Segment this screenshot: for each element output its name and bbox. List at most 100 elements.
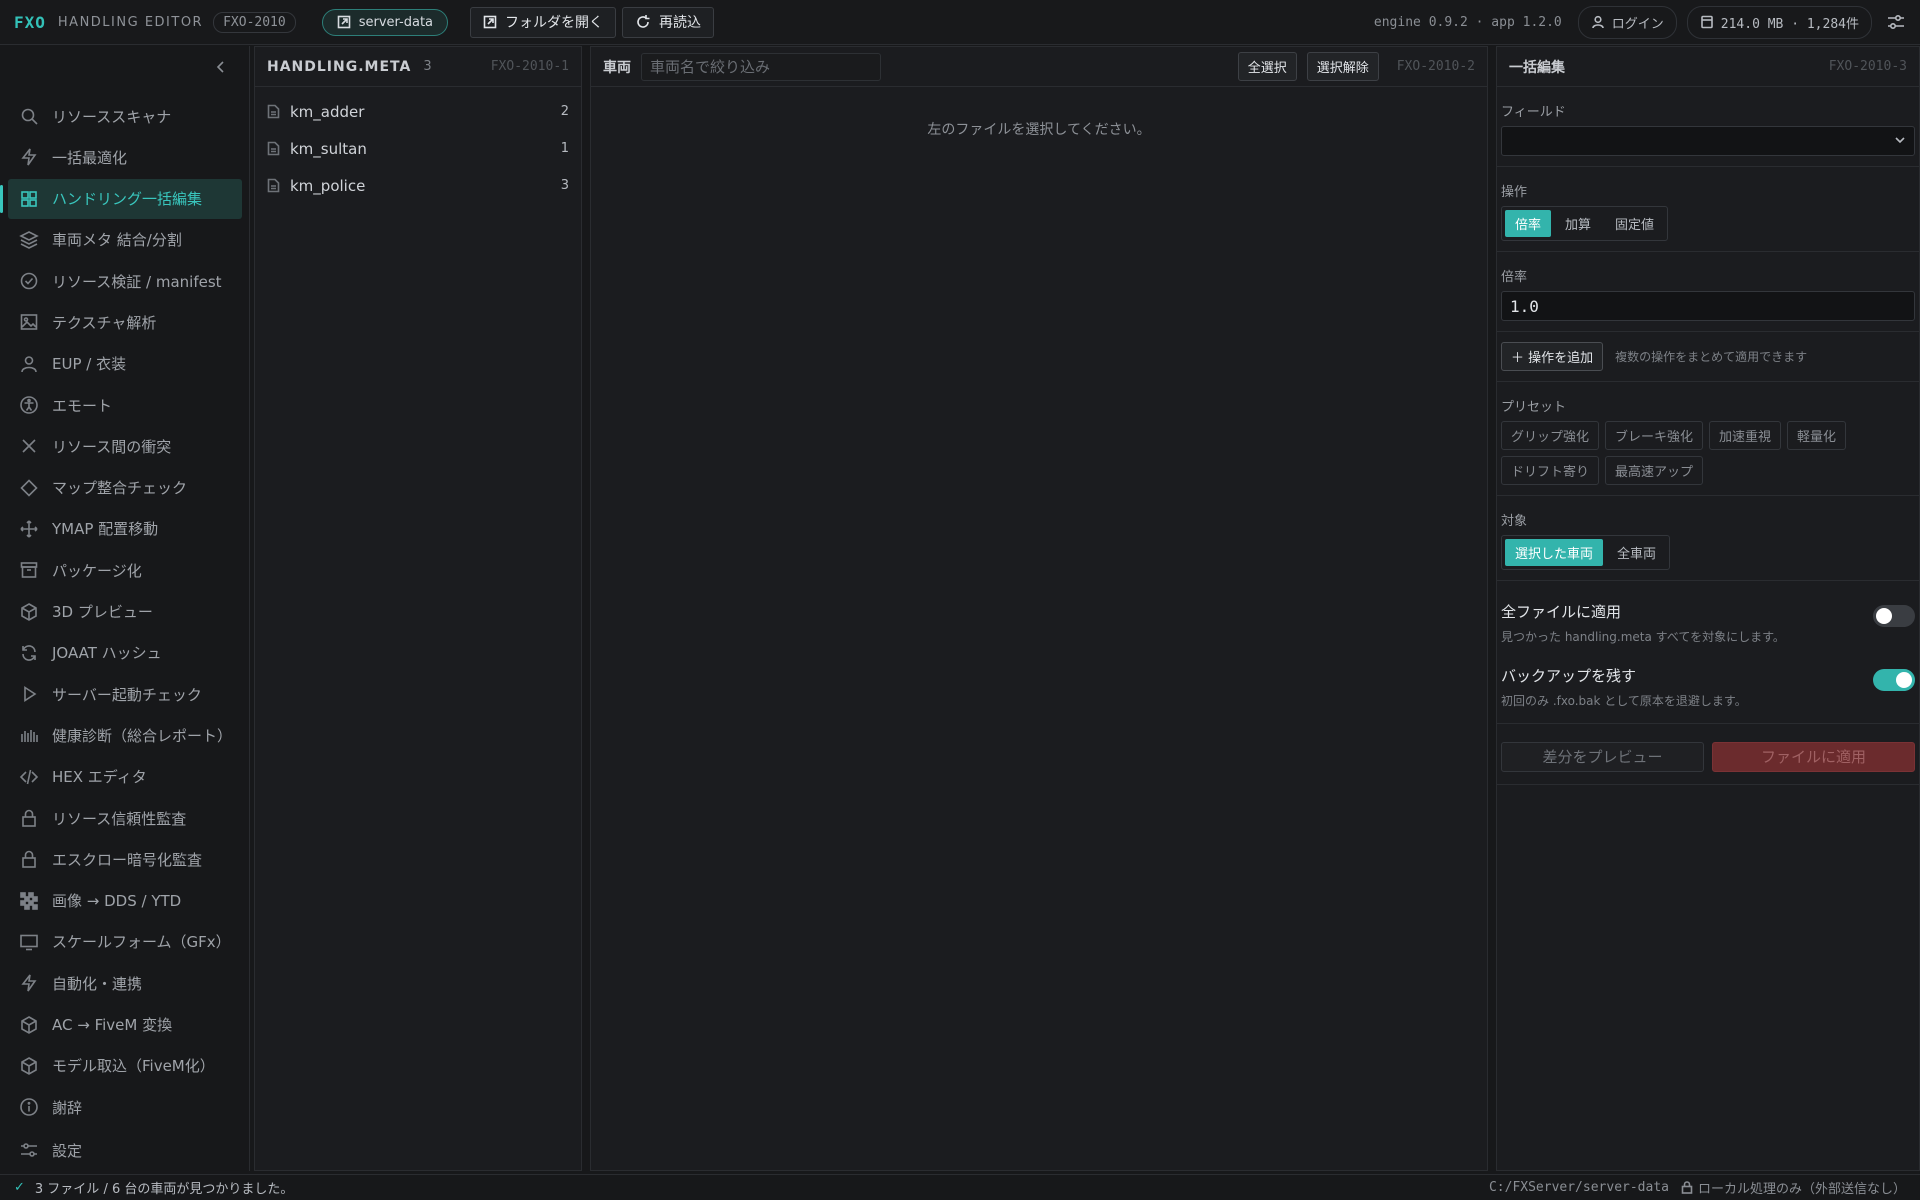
sidebar-item[interactable]: リソース信頼性監査 (8, 798, 242, 838)
sidebar-item[interactable]: エモート (8, 385, 242, 425)
reload-button[interactable]: 再読込 (622, 6, 715, 38)
sidebar-item[interactable]: 車両メタ 結合/分割 (8, 220, 242, 260)
sidebar-item[interactable]: 画像 → DDS / YTD (8, 881, 242, 921)
file-item[interactable]: km_police 3 (255, 167, 581, 204)
operation-label: 操作 (1501, 185, 1528, 200)
sidebar-item-label: JOAAT ハッシュ (52, 644, 162, 663)
target-section: 対象 選択した車両 全車両 (1497, 496, 1919, 581)
sidebar: リソーススキャナ 一括最適化ハンドリング一括編集車両メタ 結合/分割リソース検証 … (0, 46, 250, 1171)
server-data-pill[interactable]: server-data (321, 8, 449, 36)
open-folder-button[interactable]: フォルダを開く (470, 6, 617, 38)
sidebar-item[interactable]: リソース検証 / manifest (8, 261, 242, 301)
apply-all-files-toggle[interactable] (1873, 605, 1915, 627)
sidebar-item-label: リソース検証 / manifest (52, 272, 222, 291)
deselect-button[interactable]: 選択解除 (1306, 52, 1379, 81)
op-multiply-button[interactable]: 倍率 (1505, 210, 1552, 237)
memory-badge: 214.0 MB · 1,284件 (1686, 5, 1872, 39)
search-icon (18, 105, 40, 127)
backup-toggle[interactable] (1873, 669, 1915, 691)
sidebar-item[interactable]: 自動化・連携 (8, 963, 242, 1003)
rate-input[interactable]: 1.0 (1501, 291, 1915, 321)
toggles-section: 全ファイルに適用 見つかった handling.meta すべてを対象にします。… (1497, 581, 1919, 724)
preset-drift-button[interactable]: ドリフト寄り (1501, 456, 1600, 485)
op-fixed-button[interactable]: 固定値 (1605, 210, 1664, 237)
sidebar-item[interactable]: JOAAT ハッシュ (8, 633, 242, 673)
memory-text: 214.0 MB · 1,284件 (1720, 16, 1859, 32)
sidebar-item[interactable]: AC → FiveM 変換 (8, 1005, 242, 1045)
server-path: C:/FXServer/server-data (1488, 1180, 1669, 1195)
sidebar-item[interactable]: サーバー起動チェック (8, 674, 242, 714)
sidebar-item-label: AC → FiveM 変換 (52, 1016, 173, 1035)
sidebar-item[interactable]: パッケージ化 (8, 550, 242, 590)
sidebar-item[interactable]: ハンドリング一括編集 (0, 178, 242, 219)
app-logo: FXO (14, 12, 46, 32)
op-add-button[interactable]: 加算 (1555, 210, 1601, 237)
bulk-panel-header: 一括編集 FXO-2010-3 (1497, 47, 1919, 87)
add-operation-label: 操作を追加 (1528, 351, 1594, 366)
status-message: 3 ファイル / 6 台の車両が見つかりました。 (34, 1182, 294, 1197)
sidebar-item[interactable]: 設定 (8, 1130, 242, 1170)
preset-brake-button[interactable]: ブレーキ強化 (1605, 421, 1704, 450)
sidebar-item-label: ハンドリング一括編集 (52, 190, 203, 209)
sidebar-item-label: 3D プレビュー (52, 603, 153, 622)
sidebar-item[interactable]: スケールフォーム（GFx） (8, 922, 242, 962)
vehicles-panel: 車両 全選択 選択解除 FXO-2010-2 左のファイルを選択してください。 (590, 46, 1488, 1171)
settings-sliders-icon[interactable] (1886, 12, 1906, 32)
sidebar-item[interactable]: HEX エディタ (8, 757, 242, 797)
sidebar-item[interactable]: テクスチャ解析 (8, 302, 242, 342)
files-panel: HANDLING.META 3 FXO-2010-1 km_adder 2 km… (254, 46, 582, 1171)
files-count: 3 (423, 59, 432, 74)
actions-section: 差分をプレビュー ファイルに適用 (1497, 724, 1919, 785)
vehicles-label: 車両 (603, 59, 631, 76)
check-circle-icon (18, 270, 40, 292)
file-item[interactable]: km_adder 2 (255, 93, 581, 130)
file-name: km_sultan (290, 139, 367, 158)
lock-icon (18, 848, 40, 870)
target-selected-button[interactable]: 選択した車両 (1505, 539, 1604, 566)
select-all-button[interactable]: 全選択 (1237, 52, 1297, 81)
backup-row: バックアップを残す 初回のみ .fxo.bak として原本を退避します。 (1501, 645, 1915, 709)
preview-diff-button[interactable]: 差分をプレビュー (1501, 742, 1704, 772)
preset-grip-button[interactable]: グリップ強化 (1501, 421, 1600, 450)
sidebar-item-label: テクスチャ解析 (52, 313, 157, 332)
diamond-icon (18, 477, 40, 499)
sidebar-item[interactable]: 健康診断（総合レポート） (8, 715, 242, 755)
sidebar-item[interactable]: 謝辞 (8, 1087, 242, 1127)
sidebar-item[interactable]: マップ整合チェック (8, 468, 242, 508)
apply-to-file-button[interactable]: ファイルに適用 (1712, 742, 1915, 772)
preset-accel-button[interactable]: 加速重視 (1709, 421, 1782, 450)
preset-light-button[interactable]: 軽量化 (1787, 421, 1847, 450)
vehicle-filter-input[interactable] (641, 52, 881, 81)
add-operation-section: ＋ 操作を追加 複数の操作をまとめて適用できます (1497, 332, 1919, 382)
sidebar-item[interactable]: YMAP 配置移動 (8, 509, 242, 549)
monitor-icon (18, 931, 40, 953)
top-bar: FXO HANDLING EDITOR FXO-2010 server-data… (0, 0, 1920, 45)
preset-section: プリセット グリップ強化 ブレーキ強化 加速重視 軽量化 ドリフト寄り 最高速ア… (1497, 382, 1919, 496)
target-label: 対象 (1501, 514, 1528, 529)
sidebar-item[interactable]: 3D プレビュー (8, 592, 242, 632)
cube-icon (18, 1055, 40, 1077)
login-button[interactable]: ログイン (1577, 5, 1677, 39)
file-icon (267, 178, 280, 193)
add-operation-button[interactable]: ＋ 操作を追加 (1501, 342, 1604, 371)
file-icon (267, 104, 280, 119)
sidebar-item-label: YMAP 配置移動 (52, 520, 159, 539)
sidebar-item[interactable]: モデル取込（FiveM化） (8, 1046, 242, 1086)
vehicles-panel-header: 車両 全選択 選択解除 FXO-2010-2 (591, 47, 1487, 87)
backup-desc: 初回のみ .fxo.bak として原本を退避します。 (1501, 694, 1747, 708)
apply-all-files-row: 全ファイルに適用 見つかった handling.meta すべてを対象にします。 (1501, 581, 1915, 645)
sidebar-item[interactable]: リソーススキャナ (8, 96, 242, 136)
sidebar-item[interactable]: リソース間の衝突 (8, 426, 242, 466)
field-select[interactable] (1501, 126, 1915, 156)
code-icon (18, 766, 40, 788)
sidebar-item[interactable]: エスクロー暗号化監査 (8, 839, 242, 879)
sidebar-item[interactable]: EUP / 衣装 (8, 344, 242, 384)
file-item[interactable]: km_sultan 1 (255, 130, 581, 167)
bolt-icon (18, 146, 40, 168)
target-all-button[interactable]: 全車両 (1607, 539, 1666, 566)
preset-topspeed-button[interactable]: 最高速アップ (1605, 456, 1704, 485)
collapse-sidebar-icon[interactable] (215, 60, 227, 74)
user-icon (1591, 15, 1605, 29)
sidebar-item-label: 自動化・連携 (52, 974, 143, 993)
sidebar-item[interactable]: 一括最適化 (8, 137, 242, 177)
